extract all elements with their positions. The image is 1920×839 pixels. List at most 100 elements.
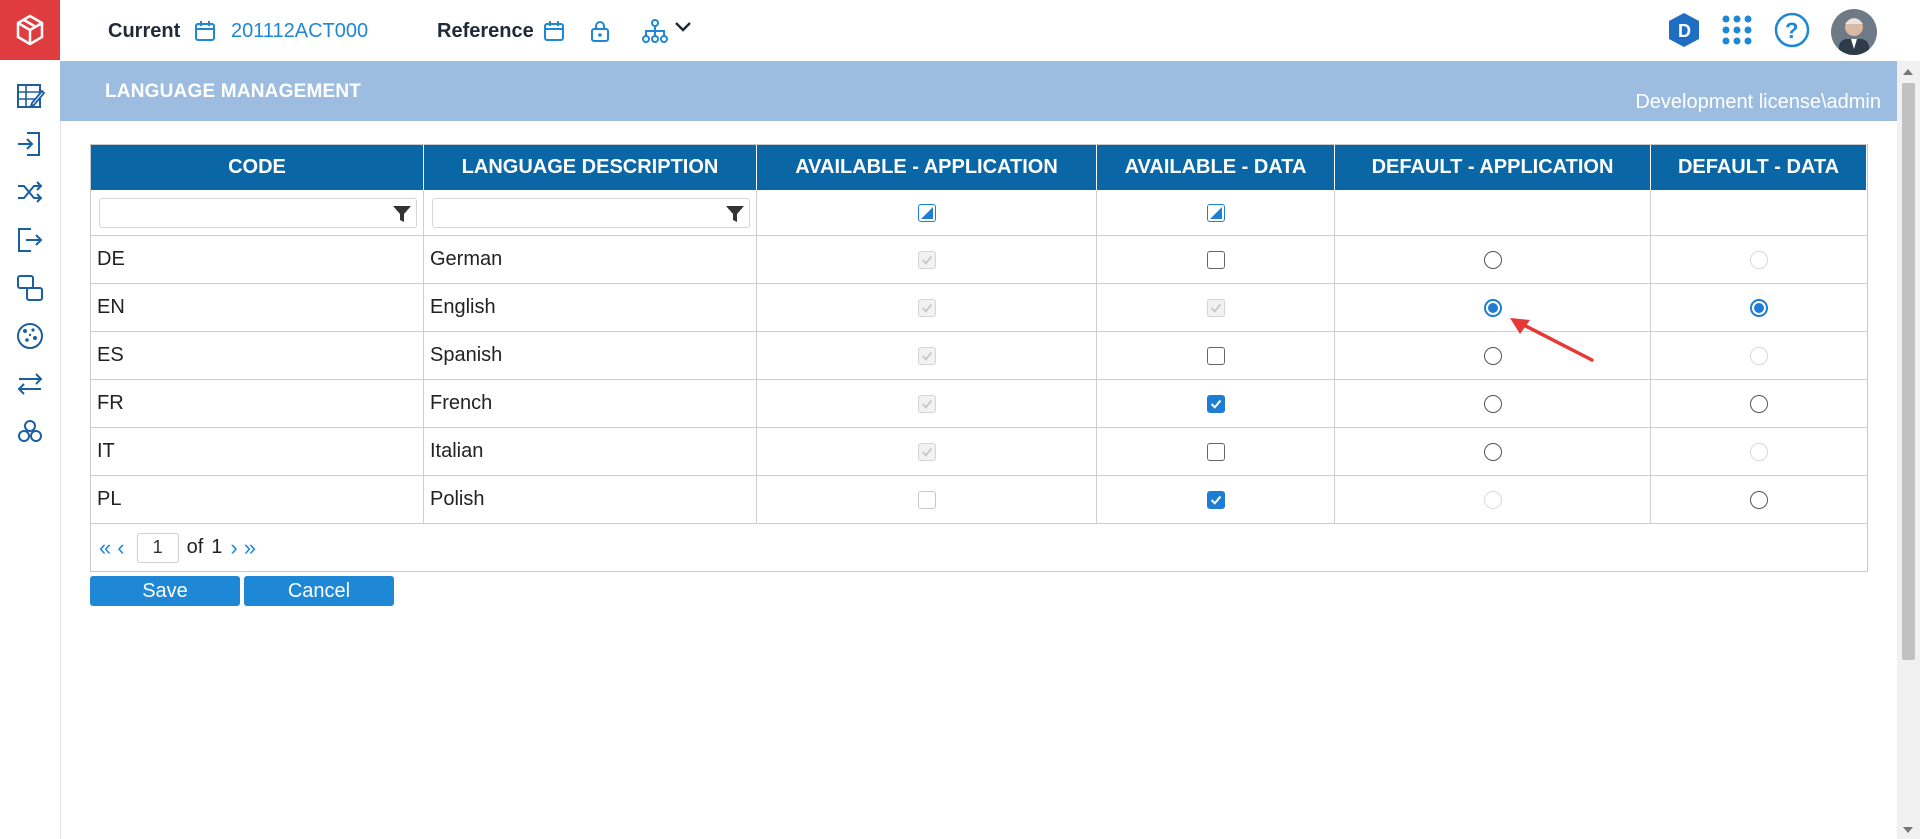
sidebar-globe-icon[interactable]	[12, 318, 48, 354]
current-label: Current	[108, 20, 181, 42]
code-cell: DE	[91, 236, 424, 283]
available-data-filter-checkbox[interactable]	[1206, 203, 1225, 222]
available-application-checkbox	[917, 346, 936, 365]
default-application-radio[interactable]	[1483, 250, 1502, 269]
current-period-link[interactable]: 201112ACT000	[231, 20, 368, 43]
code-cell: ES	[91, 332, 424, 379]
default-application-radio[interactable]	[1483, 394, 1502, 413]
code-cell: IT	[91, 428, 424, 475]
description-cell: Spanish	[424, 332, 757, 379]
svg-text:D: D	[1678, 21, 1691, 41]
column-header-default-application[interactable]: DEFAULT - APPLICATION	[1335, 145, 1651, 190]
column-header-available-application[interactable]: AVAILABLE - APPLICATION	[757, 145, 1097, 190]
description-cell: German	[424, 236, 757, 283]
filter-funnel-icon[interactable]	[392, 205, 412, 223]
column-header-default-data[interactable]: DEFAULT - DATA	[1651, 145, 1867, 190]
sidebar-export-icon[interactable]	[12, 222, 48, 258]
next-page-icon[interactable]: ›	[230, 535, 237, 561]
filter-funnel-icon[interactable]	[725, 205, 745, 223]
available-application-filter-checkbox[interactable]	[917, 203, 936, 222]
vertical-scrollbar[interactable]	[1897, 61, 1920, 839]
d-badge-icon[interactable]: D	[1665, 11, 1703, 49]
top-bar: Current 201112ACT000 Reference D ?	[60, 0, 1920, 61]
filter-row	[91, 190, 1867, 236]
default-data-radio[interactable]	[1750, 298, 1768, 317]
table-header: CODE LANGUAGE DESCRIPTION AVAILABLE - AP…	[91, 145, 1867, 190]
description-filter-field[interactable]	[432, 197, 750, 228]
default-data-radio	[1750, 250, 1768, 269]
default-data-radio[interactable]	[1750, 394, 1768, 413]
column-header-available-data[interactable]: AVAILABLE - DATA	[1097, 145, 1335, 190]
available-data-checkbox[interactable]	[1206, 346, 1225, 365]
available-application-checkbox	[917, 442, 936, 461]
table-row[interactable]: EN English	[91, 284, 1867, 332]
sidebar-transfer-icon[interactable]	[12, 366, 48, 402]
save-button[interactable]: Save	[90, 576, 240, 606]
page-of-label: of	[186, 536, 204, 558]
column-header-code[interactable]: CODE	[91, 145, 424, 190]
description-cell: English	[424, 284, 757, 331]
total-pages: 1	[211, 536, 223, 558]
available-data-checkbox[interactable]	[1206, 442, 1225, 461]
description-cell: Polish	[424, 476, 757, 523]
default-data-radio[interactable]	[1750, 490, 1768, 509]
help-icon[interactable]: ?	[1773, 11, 1811, 49]
scroll-down-arrow-icon[interactable]	[1903, 827, 1913, 833]
lock-icon[interactable]	[585, 16, 615, 46]
default-application-radio	[1483, 490, 1502, 509]
current-calendar-icon[interactable]	[190, 16, 220, 46]
default-data-radio	[1750, 346, 1768, 365]
default-application-radio[interactable]	[1483, 346, 1502, 365]
chevron-down-icon[interactable]	[668, 12, 698, 42]
description-filter-input[interactable]	[437, 198, 721, 227]
table-row[interactable]: FR French	[91, 380, 1867, 428]
svg-text:?: ?	[1785, 18, 1798, 43]
table-row[interactable]: PL Polish	[91, 476, 1867, 524]
last-page-icon[interactable]: »	[244, 535, 256, 561]
available-data-checkbox[interactable]	[1206, 250, 1225, 269]
table-row[interactable]: DE German	[91, 236, 1867, 284]
available-data-checkbox[interactable]	[1206, 490, 1225, 509]
language-table: CODE LANGUAGE DESCRIPTION AVAILABLE - AP…	[90, 144, 1868, 572]
cancel-button[interactable]: Cancel	[244, 576, 394, 606]
column-header-description[interactable]: LANGUAGE DESCRIPTION	[424, 145, 757, 190]
table-row[interactable]: IT Italian	[91, 428, 1867, 476]
pager: « ‹ of 1 › »	[91, 524, 1867, 571]
previous-page-icon[interactable]: ‹	[117, 535, 124, 561]
reference-label: Reference	[437, 20, 534, 42]
annotation-arrow-icon	[1510, 318, 1594, 362]
available-application-checkbox	[917, 394, 936, 413]
app-grid-icon[interactable]	[1718, 11, 1756, 49]
sidebar-shuffle-icon[interactable]	[12, 174, 48, 210]
user-avatar[interactable]	[1830, 8, 1878, 56]
available-application-checkbox	[917, 298, 936, 317]
scroll-up-arrow-icon[interactable]	[1903, 69, 1913, 75]
available-data-checkbox	[1206, 298, 1225, 317]
first-page-icon[interactable]: «	[99, 535, 111, 561]
available-application-checkbox	[917, 490, 936, 509]
code-cell: FR	[91, 380, 424, 427]
sidebar-flower-icon[interactable]	[12, 414, 48, 450]
available-data-checkbox[interactable]	[1206, 394, 1225, 413]
reference-calendar-icon[interactable]	[539, 16, 569, 46]
scrollbar-thumb[interactable]	[1902, 83, 1915, 660]
hierarchy-icon[interactable]	[640, 16, 670, 46]
default-application-radio[interactable]	[1483, 442, 1502, 461]
cube-logo-icon	[16, 14, 44, 46]
code-cell: EN	[91, 284, 424, 331]
code-filter-field[interactable]	[99, 197, 417, 228]
table-row[interactable]: ES Spanish	[91, 332, 1867, 380]
code-cell: PL	[91, 476, 424, 523]
default-application-radio[interactable]	[1483, 298, 1502, 317]
description-cell: French	[424, 380, 757, 427]
title-band: LANGUAGE MANAGEMENT Development license\…	[60, 61, 1897, 121]
default-data-radio	[1750, 442, 1768, 461]
left-sidebar	[0, 0, 61, 839]
sidebar-import-icon[interactable]	[12, 126, 48, 162]
code-filter-input[interactable]	[104, 198, 388, 227]
available-application-checkbox	[917, 250, 936, 269]
page-number-input[interactable]	[136, 532, 179, 563]
sidebar-windows-icon[interactable]	[12, 270, 48, 306]
sidebar-edit-sheet-icon[interactable]	[12, 78, 48, 114]
app-logo[interactable]	[0, 0, 60, 60]
